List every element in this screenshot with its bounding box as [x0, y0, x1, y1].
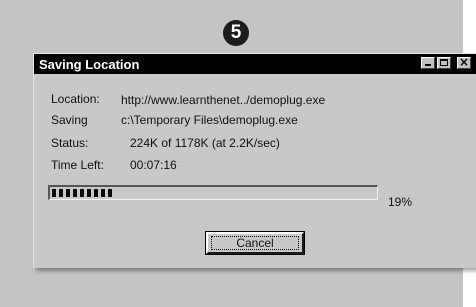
maximize-button[interactable] — [437, 57, 451, 69]
time-left-label: Time Left: — [51, 158, 104, 172]
saving-path-value: c:\Temporary Files\demoplug.exe — [121, 113, 298, 127]
location-value: http://www.learnthenet../demoplug.exe — [121, 93, 326, 107]
step-number-badge: 5 — [223, 20, 249, 46]
progress-bar — [48, 185, 378, 200]
close-button[interactable]: × — [457, 55, 471, 69]
saving-label: Saving — [51, 113, 88, 127]
title-bar[interactable]: Saving Location × — [34, 54, 476, 74]
minimize-button[interactable] — [421, 57, 435, 69]
location-label: Location: — [51, 92, 100, 106]
maximize-icon — [440, 59, 448, 66]
progress-percent: 19% — [388, 195, 413, 209]
progress-fill — [52, 189, 113, 197]
cancel-button-label: Cancel — [211, 236, 299, 250]
close-icon: × — [458, 55, 470, 69]
status-label: Status: — [51, 136, 89, 150]
time-left-value: 00:07:16 — [130, 158, 177, 172]
dialog-title: Saving Location — [39, 57, 140, 72]
cancel-button[interactable]: Cancel — [205, 231, 305, 255]
minimize-icon — [425, 64, 431, 66]
status-value: 224K of 1178K (at 2.2K/sec) — [130, 136, 280, 150]
saving-location-dialog: Saving Location × Location: http://www.l… — [33, 53, 476, 268]
